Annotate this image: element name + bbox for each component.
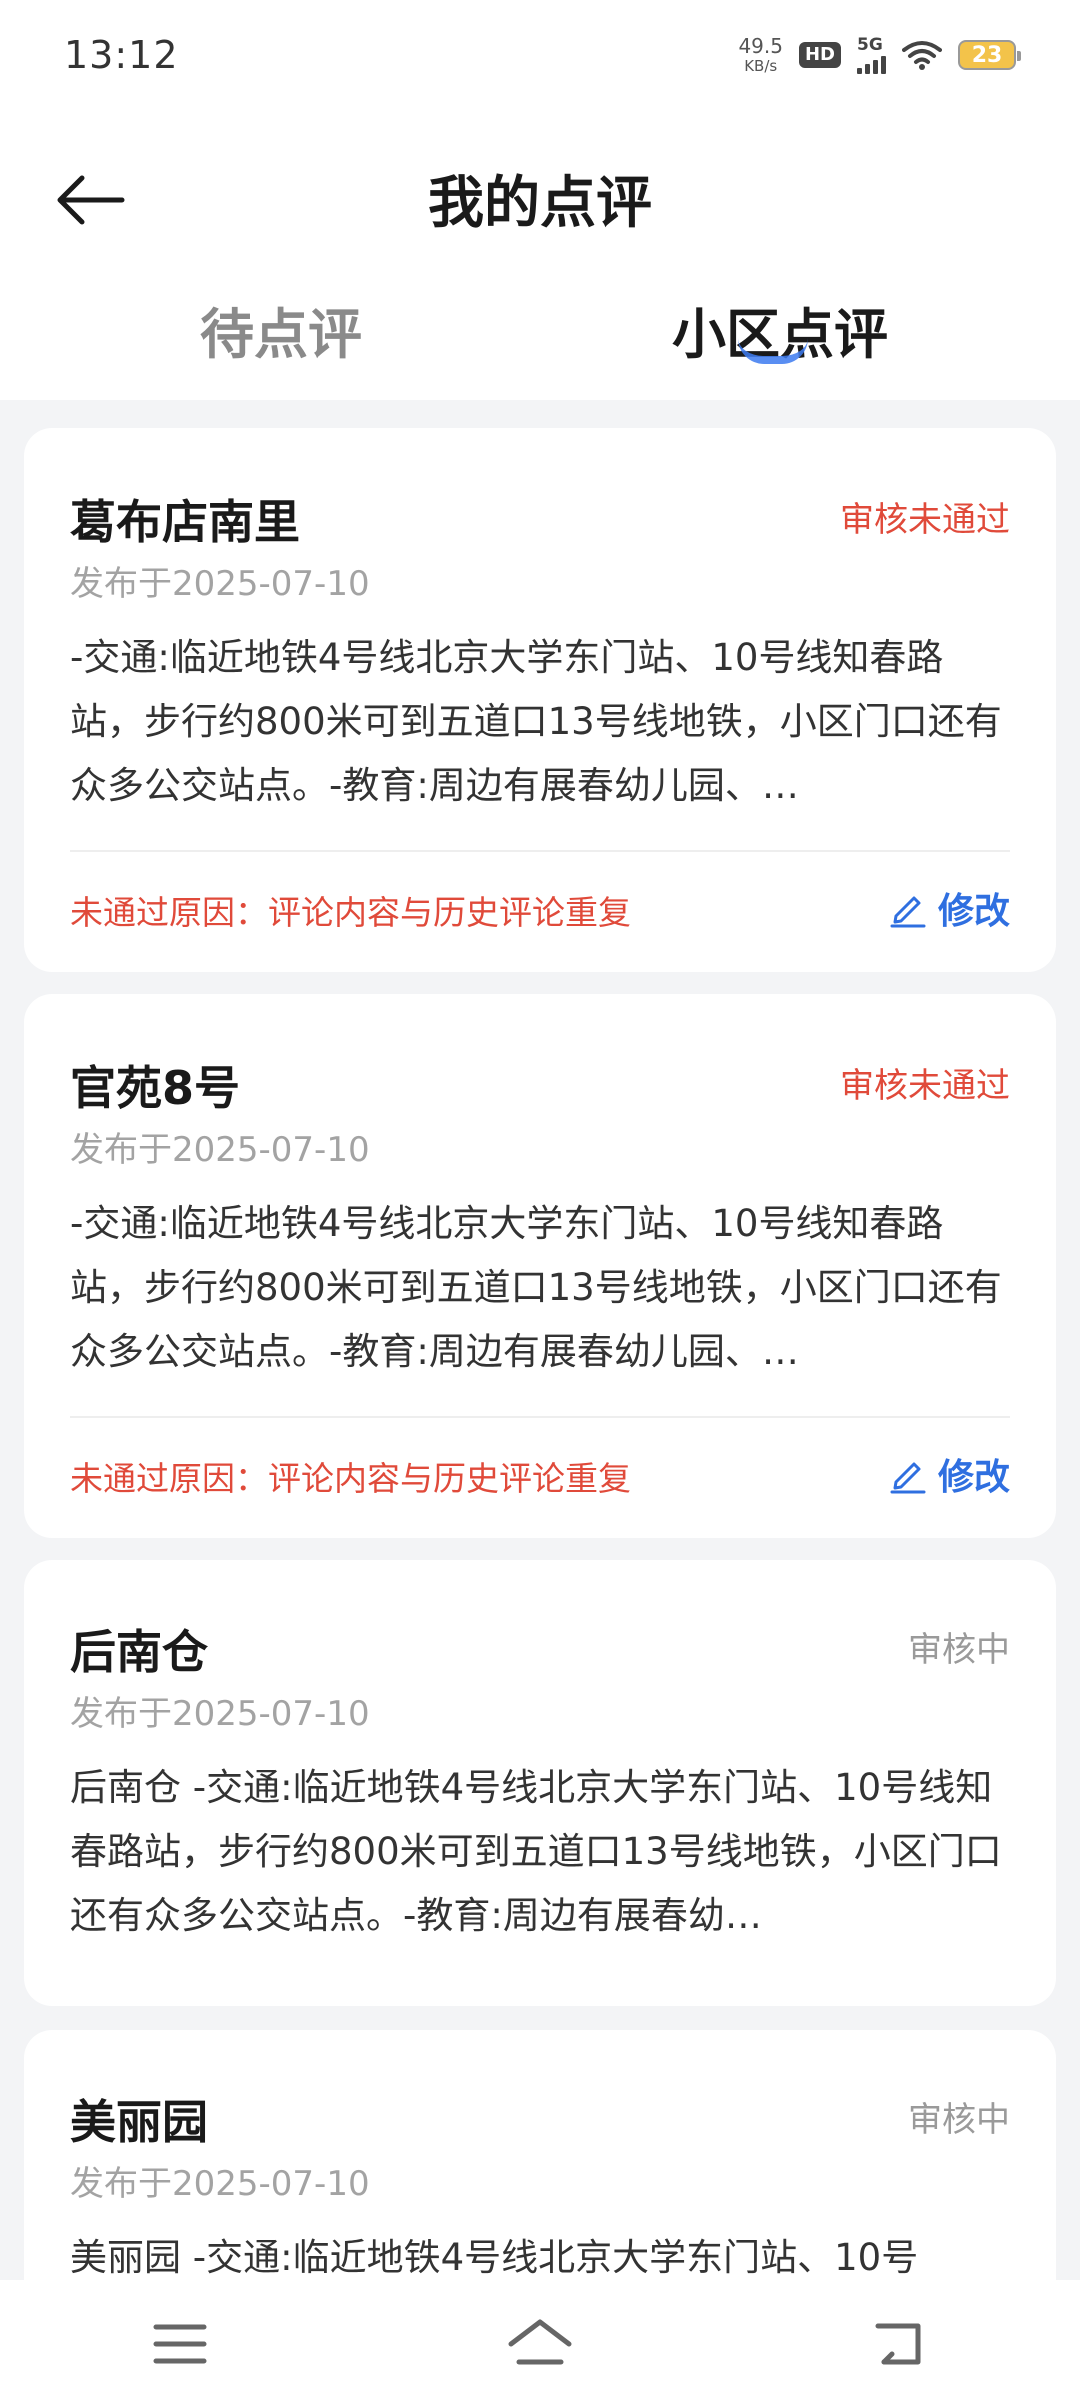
edit-icon [890, 896, 926, 928]
battery-icon: 23 [958, 40, 1021, 70]
review-card[interactable]: 官苑8号 审核未通过 发布于2025-07-10 -交通:临近地铁4号线北京大学… [24, 994, 1056, 1538]
network-type: 5G [857, 34, 883, 55]
card-divider [70, 1416, 1010, 1418]
edit-label: 修改 [937, 1457, 1010, 1498]
back-icon [875, 2323, 921, 2365]
card-divider [70, 850, 1010, 852]
review-content: -交通:临近地铁4号线北京大学东门站、10号线知春路站，步行约800米可到五道口… [70, 636, 1002, 807]
system-nav-bar [0, 2280, 1080, 2408]
review-status: 审核未通过 [840, 500, 1010, 540]
community-name: 后南仓 [70, 1625, 208, 1679]
publish-date: 发布于2025-07-10 [70, 1130, 370, 1170]
community-name: 官苑8号 [70, 1061, 241, 1115]
reject-reason: 未通过原因：评论内容与历史评论重复 [70, 893, 631, 932]
edit-label: 修改 [937, 891, 1010, 932]
publish-date: 发布于2025-07-10 [70, 2164, 370, 2204]
hd-icon: HD [798, 42, 841, 68]
review-content: -交通:临近地铁4号线北京大学东门站、10号线知春路站，步行约800米可到五道口… [70, 1202, 1002, 1373]
status-time: 13:12 [64, 33, 179, 77]
publish-date: 发布于2025-07-10 [70, 564, 370, 604]
network-speed-value: 49.5 [738, 34, 783, 58]
edit-button[interactable]: 修改 [888, 882, 1010, 934]
review-card[interactable]: 葛布店南里 审核未通过 发布于2025-07-10 -交通:临近地铁4号线北京大… [24, 428, 1056, 972]
review-status: 审核中 [908, 1630, 1010, 1670]
publish-date: 发布于2025-07-10 [70, 1694, 370, 1734]
review-status: 审核中 [908, 2100, 1010, 2140]
review-status: 审核未通过 [840, 1066, 1010, 1106]
network-speed-unit: KB/s [744, 57, 778, 75]
menu-button[interactable] [140, 2304, 220, 2384]
community-name: 葛布店南里 [70, 495, 300, 549]
battery-level: 23 [971, 42, 1003, 68]
tab-pending-reviews[interactable]: 待点评 [200, 290, 362, 369]
home-icon [508, 2319, 572, 2365]
home-button[interactable] [500, 2304, 580, 2384]
reject-reason: 未通过原因：评论内容与历史评论重复 [70, 1459, 631, 1498]
signal-bars [857, 55, 886, 74]
network-speed: 49.5 KB/s [738, 36, 783, 74]
status-bar: 13:12 49.5 KB/s HD 5G 23 [0, 0, 1080, 110]
signal-icon: 5G [857, 34, 886, 74]
page-title: 我的点评 [428, 171, 652, 236]
status-indicators: 49.5 KB/s HD 5G 23 [738, 34, 1021, 74]
review-content: 后南仓 -交通:临近地铁4号线北京大学东门站、10号线知春路站，步行约800米可… [70, 1766, 1002, 1937]
back-nav-button[interactable] [860, 2304, 940, 2384]
review-card[interactable]: 后南仓 审核中 发布于2025-07-10 后南仓 -交通:临近地铁4号线北京大… [24, 1560, 1056, 2006]
wifi-icon [902, 41, 942, 70]
menu-icon [153, 2324, 207, 2364]
edit-icon [890, 1462, 926, 1494]
edit-button[interactable]: 修改 [888, 1448, 1010, 1500]
community-name: 美丽园 [70, 2095, 208, 2149]
page-header: 我的点评 待点评 小区点评 [0, 110, 1080, 400]
